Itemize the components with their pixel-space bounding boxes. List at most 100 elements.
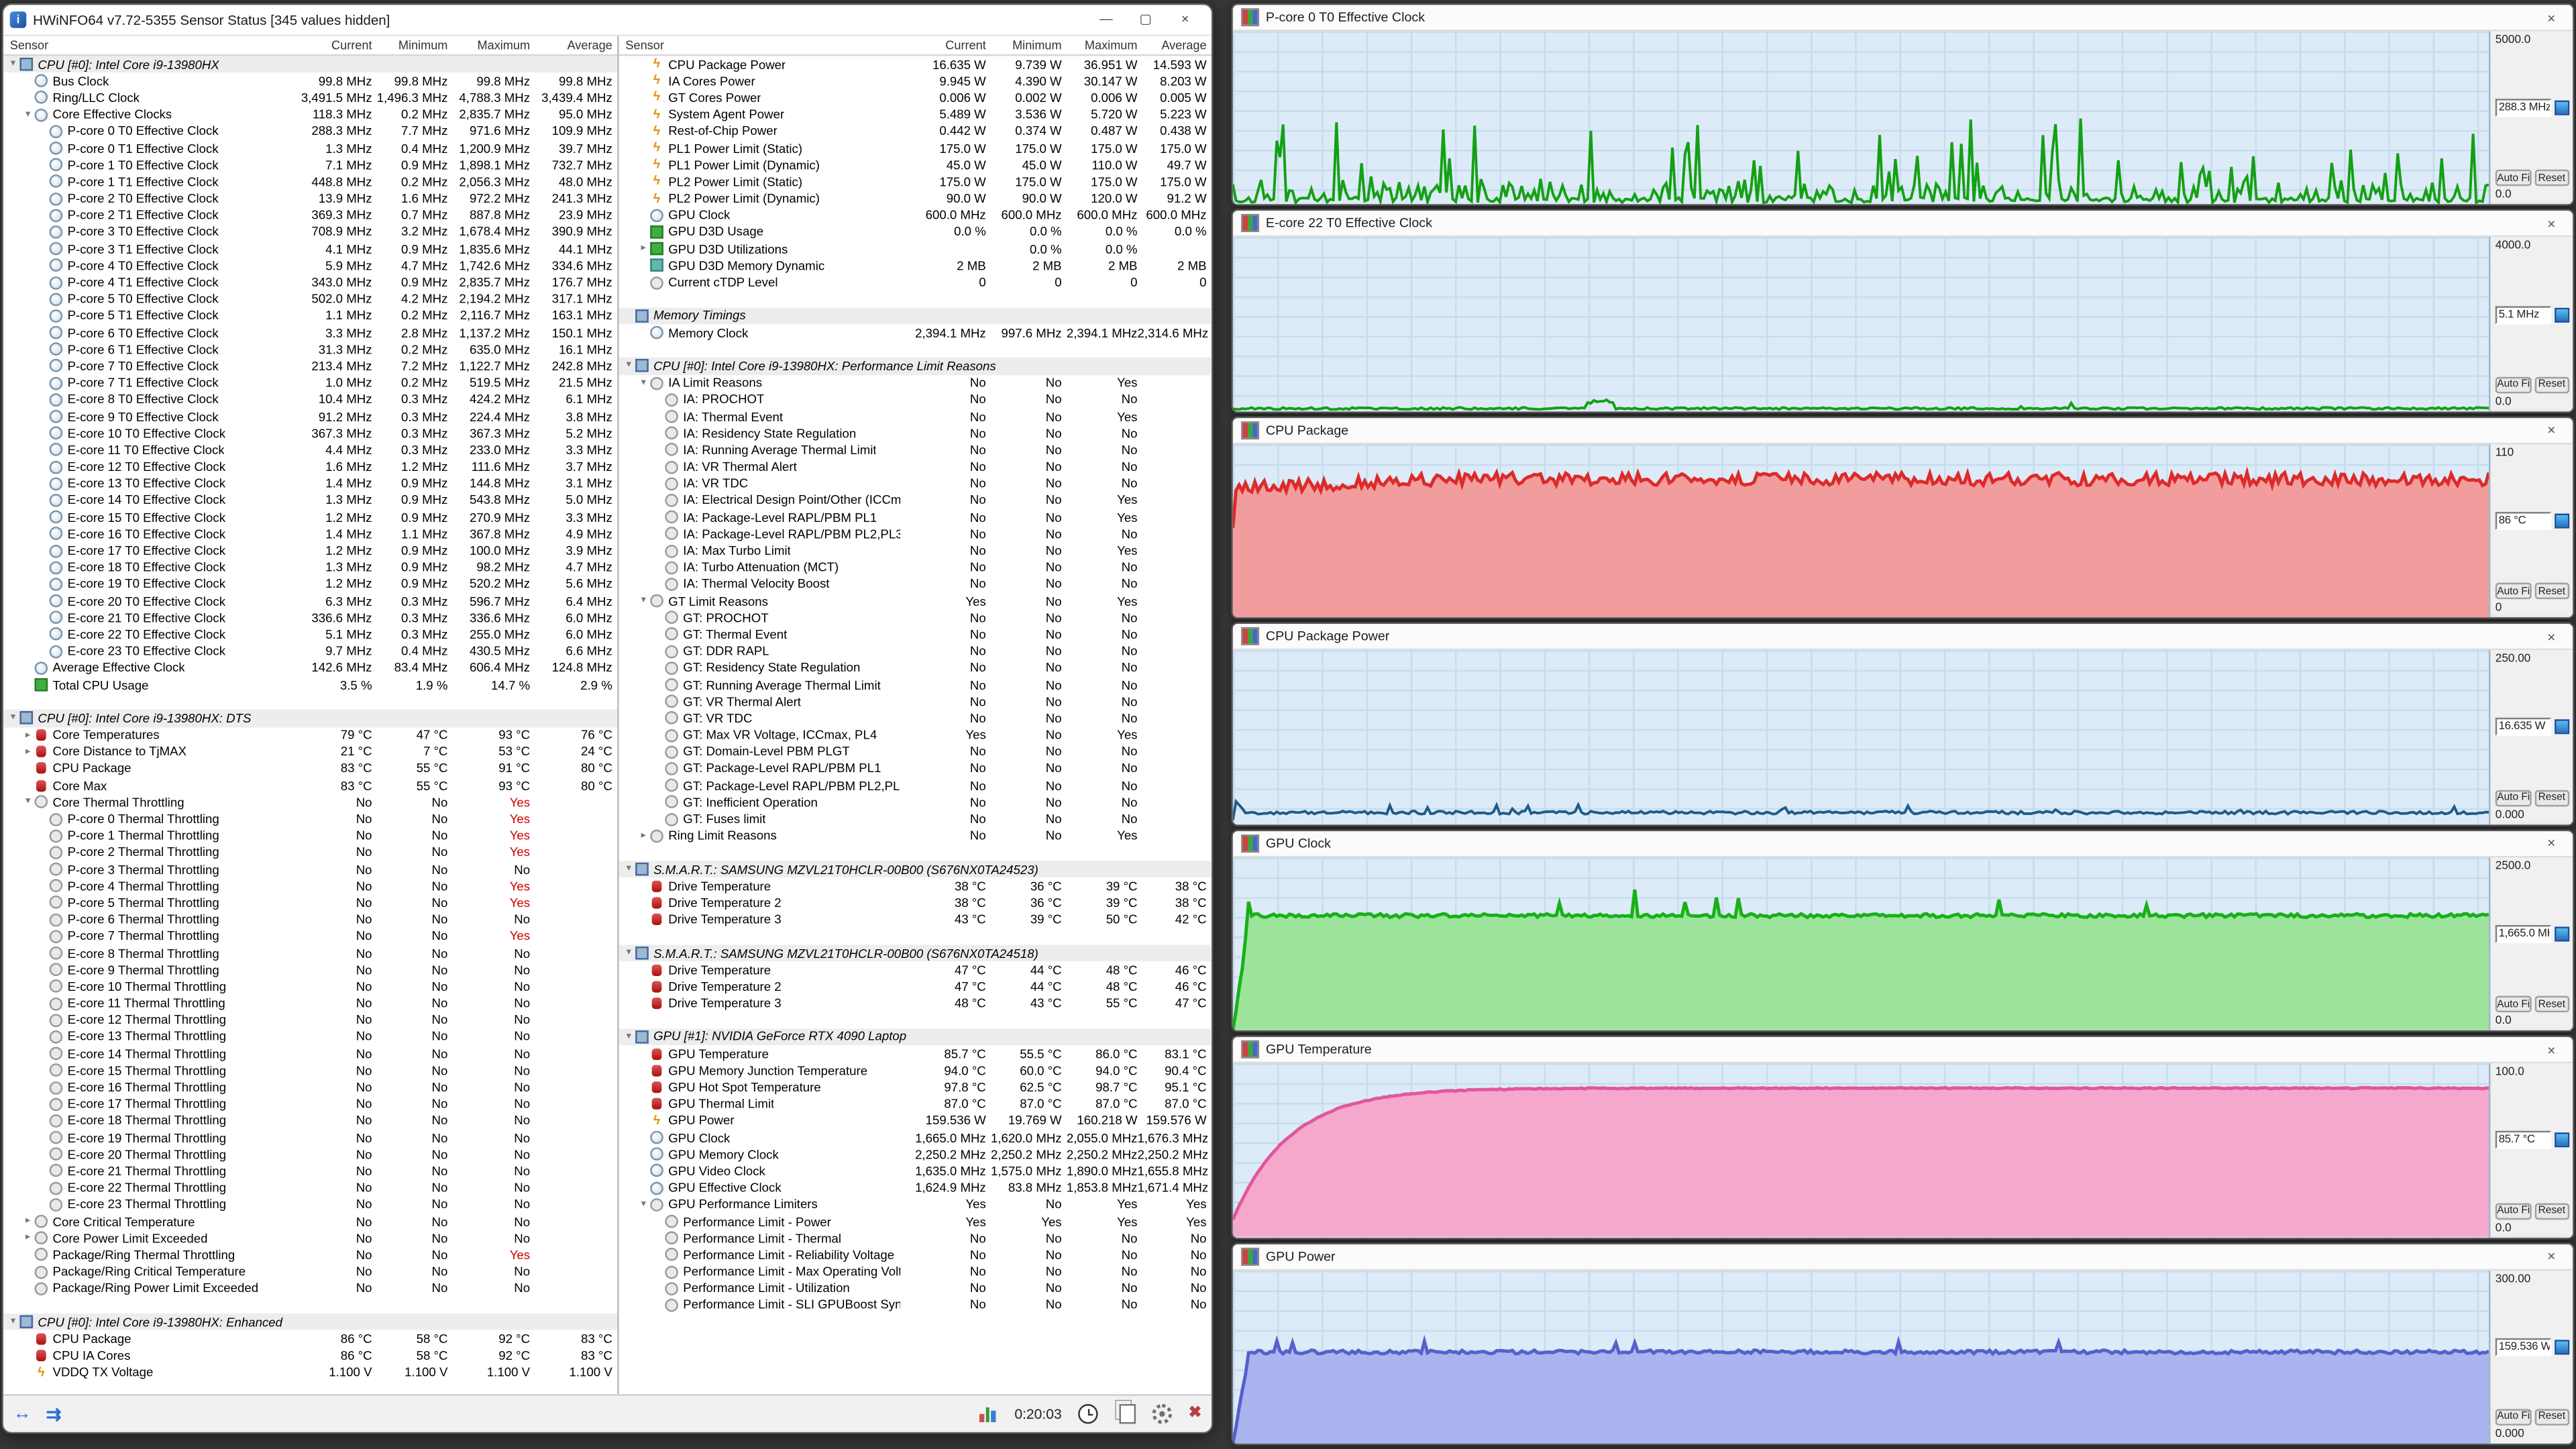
expand-chevron-icon[interactable]: ▸ xyxy=(21,730,35,740)
sensor-row[interactable]: Drive Temperature 348 °C43 °C55 °C47 °C xyxy=(619,995,1212,1012)
graph-close-icon[interactable]: × xyxy=(2538,835,2565,851)
reset-button[interactable]: Reset xyxy=(2534,790,2569,806)
sensor-row[interactable]: P-core 1 T1 Effective Clock448.8 MHz0.2 … xyxy=(3,173,617,190)
sensor-row[interactable]: E-core 18 Thermal ThrottlingNoNoNo xyxy=(3,1112,617,1129)
sensor-row[interactable]: Performance Limit - UtilizationNoNoNoNo xyxy=(619,1280,1212,1297)
sensor-section-row[interactable]: Memory Timings xyxy=(619,307,1212,324)
sensor-row[interactable]: E-core 12 T0 Effective Clock1.6 MHz1.2 M… xyxy=(3,458,617,475)
sensor-row[interactable]: GT: Thermal EventNoNoNo xyxy=(619,626,1212,643)
sensor-row[interactable]: GPU Memory Clock2,250.2 MHz2,250.2 MHz2,… xyxy=(619,1146,1212,1163)
sensor-row[interactable]: GT: PROCHOTNoNoNo xyxy=(619,609,1212,626)
sensor-row[interactable]: E-core 17 Thermal ThrottlingNoNoNo xyxy=(3,1095,617,1112)
collapse-chevron-icon[interactable]: ▾ xyxy=(622,864,635,874)
sensor-row[interactable]: GT: Domain-Level PBM PLGTNoNoNo xyxy=(619,743,1212,760)
sensor-row[interactable]: GT: Residency State RegulationNoNoNo xyxy=(619,659,1212,676)
column-sensor[interactable]: Sensor xyxy=(619,38,901,52)
sensor-row[interactable]: Performance Limit - PowerYesYesYesYes xyxy=(619,1213,1212,1230)
sensor-row[interactable]: ▸Core Critical TemperatureNoNoNo xyxy=(3,1213,617,1230)
sensor-row[interactable]: GT: Running Average Thermal LimitNoNoNo xyxy=(619,676,1212,693)
sensor-row[interactable]: IA: Package-Level RAPL/PBM PL2,PL3NoNoNo xyxy=(619,525,1212,542)
collapse-chevron-icon[interactable]: ▾ xyxy=(622,1032,635,1042)
window-titlebar[interactable]: i HWiNFO64 v7.72-5355 Sensor Status [345… xyxy=(3,5,1212,34)
column-average[interactable]: Average xyxy=(530,38,612,52)
sensor-row[interactable]: P-core 5 T1 Effective Clock1.1 MHz0.2 MH… xyxy=(3,307,617,324)
sensor-row[interactable]: E-core 11 Thermal ThrottlingNoNoNo xyxy=(3,995,617,1012)
sensor-row[interactable]: P-core 5 T0 Effective Clock502.0 MHz4.2 … xyxy=(3,290,617,307)
auto-fit-button[interactable]: Auto Fit xyxy=(2496,170,2531,187)
sensor-row[interactable]: Memory Clock2,394.1 MHz997.6 MHz2,394.1 … xyxy=(619,324,1212,341)
collapse-chevron-icon[interactable]: ▾ xyxy=(7,713,20,723)
sensor-row[interactable]: IA: Thermal Velocity BoostNoNoNo xyxy=(619,576,1212,592)
graph-close-icon[interactable]: × xyxy=(2538,9,2565,25)
sensor-row[interactable]: GT: Package-Level RAPL/PBM PL2,PL3NoNoNo xyxy=(619,777,1212,794)
sensor-row[interactable]: E-core 22 Thermal ThrottlingNoNoNo xyxy=(3,1179,617,1196)
graph-close-icon[interactable]: × xyxy=(2538,1041,2565,1058)
collapse-chevron-icon[interactable]: ▾ xyxy=(7,60,20,70)
sensor-section-row[interactable]: ▾CPU [#0]: Intel Core i9-13980HX xyxy=(3,56,617,72)
sensor-row[interactable]: IA: PROCHOTNoNoNo xyxy=(619,391,1212,408)
reset-button[interactable]: Reset xyxy=(2534,170,2569,187)
sensor-row[interactable]: ▾IA Limit ReasonsNoNoYes xyxy=(619,374,1212,391)
collapse-chevron-icon[interactable]: ▾ xyxy=(622,948,635,958)
reset-button[interactable]: Reset xyxy=(2534,376,2569,393)
collapse-chevron-icon[interactable]: ▾ xyxy=(21,797,35,807)
close-sensors-icon[interactable]: ✖ xyxy=(1189,1406,1202,1421)
sensor-row[interactable]: E-core 20 T0 Effective Clock6.3 MHz0.3 M… xyxy=(3,592,617,609)
column-header-row[interactable]: Sensor Current Minimum Maximum Average xyxy=(619,36,1212,56)
sensor-row[interactable]: GT: Fuses limitNoNoNo xyxy=(619,810,1212,827)
sensor-row[interactable]: E-core 10 Thermal ThrottlingNoNoNo xyxy=(3,978,617,995)
sensor-row[interactable]: E-core 16 T0 Effective Clock1.4 MHz1.1 M… xyxy=(3,525,617,542)
graph-titlebar[interactable]: GPU Temperature× xyxy=(1233,1037,2573,1063)
close-button[interactable]: × xyxy=(1165,5,1205,34)
sensor-row[interactable]: Average Effective Clock142.6 MHz83.4 MHz… xyxy=(3,659,617,676)
graph-close-icon[interactable]: × xyxy=(2538,215,2565,232)
sensor-row[interactable]: PL2 Power Limit (Dynamic)90.0 W90.0 W120… xyxy=(619,190,1212,207)
sensor-row[interactable]: P-core 7 Thermal ThrottlingNoNoYes xyxy=(3,928,617,945)
sensor-row[interactable]: Drive Temperature38 °C36 °C39 °C38 °C xyxy=(619,877,1212,894)
column-minimum[interactable]: Minimum xyxy=(986,38,1062,52)
sensor-row[interactable]: GT Cores Power0.006 W0.002 W0.006 W0.005… xyxy=(619,89,1212,106)
sensor-row[interactable]: E-core 18 T0 Effective Clock1.3 MHz0.9 M… xyxy=(3,559,617,576)
sensor-row[interactable]: E-core 17 T0 Effective Clock1.2 MHz0.9 M… xyxy=(3,542,617,559)
sensor-row[interactable]: GPU Clock1,665.0 MHz1,620.0 MHz2,055.0 M… xyxy=(619,1129,1212,1146)
sensor-row[interactable]: PL1 Power Limit (Static)175.0 W175.0 W17… xyxy=(619,140,1212,156)
sensor-row[interactable]: E-core 13 T0 Effective Clock1.4 MHz0.9 M… xyxy=(3,475,617,492)
sensor-row[interactable]: CPU Package86 °C58 °C92 °C83 °C xyxy=(3,1330,617,1347)
sensor-row[interactable]: IA: VR TDCNoNoNo xyxy=(619,475,1212,492)
sensor-graph-icon[interactable] xyxy=(980,1405,998,1422)
sensor-row[interactable]: E-core 16 Thermal ThrottlingNoNoNo xyxy=(3,1079,617,1095)
swap-columns-icon[interactable]: ↔ xyxy=(13,1404,32,1424)
sensor-row[interactable]: ▸Core Distance to TjMAX21 °C7 °C53 °C24 … xyxy=(3,743,617,760)
sensor-row[interactable]: E-core 15 Thermal ThrottlingNoNoNo xyxy=(3,1062,617,1079)
sensor-row[interactable]: P-core 7 T1 Effective Clock1.0 MHz0.2 MH… xyxy=(3,374,617,391)
sensor-row[interactable]: P-core 7 T0 Effective Clock213.4 MHz7.2 … xyxy=(3,358,617,374)
maximize-button[interactable]: ▢ xyxy=(1126,5,1165,34)
sensor-row[interactable]: P-core 4 T1 Effective Clock343.0 MHz0.9 … xyxy=(3,274,617,290)
sensor-row[interactable]: GPU Clock600.0 MHz600.0 MHz600.0 MHz600.… xyxy=(619,207,1212,223)
sensor-row[interactable]: ▾GT Limit ReasonsYesNoYes xyxy=(619,592,1212,609)
sensor-row[interactable]: VDDQ TX Voltage1.100 V1.100 V1.100 V1.10… xyxy=(3,1364,617,1381)
sensor-row[interactable]: GT: Package-Level RAPL/PBM PL1NoNoNo xyxy=(619,760,1212,777)
sensor-row[interactable]: GPU D3D Memory Dynamic2 MB2 MB2 MB2 MB xyxy=(619,257,1212,274)
sensor-row[interactable]: E-core 19 T0 Effective Clock1.2 MHz0.9 M… xyxy=(3,576,617,592)
sensor-row[interactable]: P-core 0 T1 Effective Clock1.3 MHz0.4 MH… xyxy=(3,140,617,156)
column-average[interactable]: Average xyxy=(1138,38,1207,52)
sensor-row[interactable]: IA: Turbo Attenuation (MCT)NoNoNo xyxy=(619,559,1212,576)
sensor-row[interactable]: IA: Package-Level RAPL/PBM PL1NoNoYes xyxy=(619,508,1212,525)
graph-titlebar[interactable]: GPU Power× xyxy=(1233,1244,2573,1270)
reset-button[interactable]: Reset xyxy=(2534,1409,2569,1426)
sensor-row[interactable]: E-core 8 Thermal ThrottlingNoNoNo xyxy=(3,945,617,961)
sensor-row[interactable]: GPU Temperature85.7 °C55.5 °C86.0 °C83.1… xyxy=(619,1045,1212,1062)
sensor-section-row[interactable]: ▾S.M.A.R.T.: SAMSUNG MZVL21T0HCLR-00B00 … xyxy=(619,861,1212,877)
sensor-row[interactable]: P-core 5 Thermal ThrottlingNoNoYes xyxy=(3,894,617,911)
sensor-row[interactable]: GPU Memory Junction Temperature94.0 °C60… xyxy=(619,1062,1212,1079)
sensor-row[interactable]: E-core 14 T0 Effective Clock1.3 MHz0.9 M… xyxy=(3,492,617,508)
sensor-row[interactable]: E-core 21 T0 Effective Clock336.6 MHz0.3… xyxy=(3,609,617,626)
reset-button[interactable]: Reset xyxy=(2534,1202,2569,1219)
auto-fit-button[interactable]: Auto Fit xyxy=(2496,1409,2531,1426)
sensor-row[interactable]: E-core 11 T0 Effective Clock4.4 MHz0.3 M… xyxy=(3,441,617,458)
expand-chevron-icon[interactable]: ▸ xyxy=(21,1233,35,1243)
sensor-row[interactable]: Performance Limit - ThermalNoNoNoNo xyxy=(619,1230,1212,1246)
sensor-row[interactable]: E-core 13 Thermal ThrottlingNoNoNo xyxy=(3,1028,617,1045)
column-header-row[interactable]: Sensor Current Minimum Maximum Average xyxy=(3,36,617,56)
